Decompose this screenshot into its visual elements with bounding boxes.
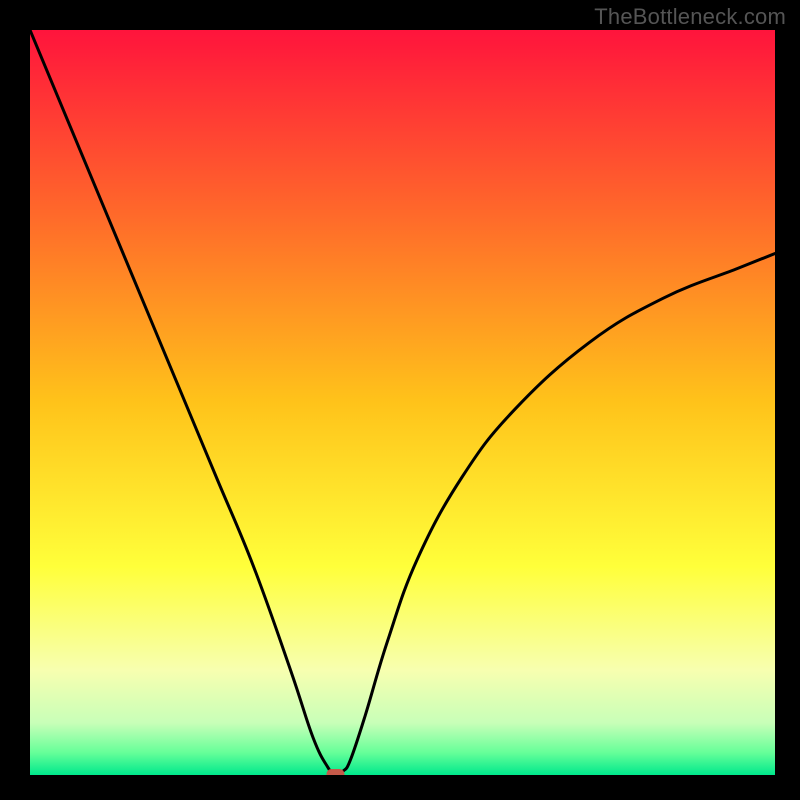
watermark-text: TheBottleneck.com	[594, 4, 786, 30]
chart-frame: TheBottleneck.com	[0, 0, 800, 800]
plot-background	[30, 30, 775, 775]
bottleneck-chart	[30, 30, 775, 775]
optimum-marker	[326, 769, 344, 775]
